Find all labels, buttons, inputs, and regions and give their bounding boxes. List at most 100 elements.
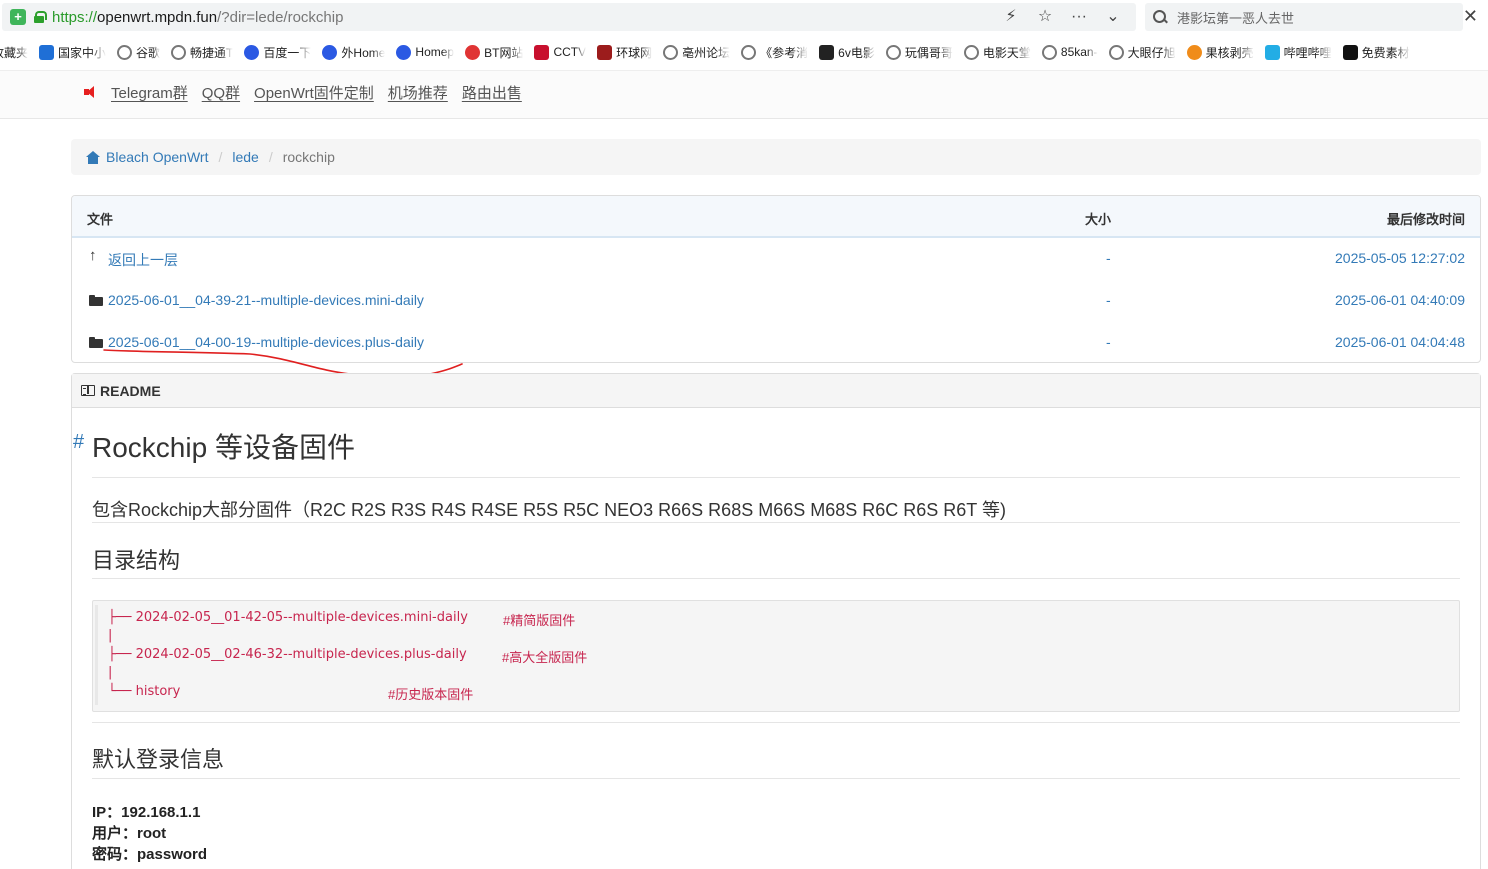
address-bar[interactable]: + https://openwrt.mpdn.fun/?dir=lede/roc… bbox=[2, 3, 1136, 31]
huanqiu-icon bbox=[597, 44, 613, 60]
row-date: 2025-06-01 04:40:09 bbox=[1335, 292, 1465, 308]
bookmark-item[interactable]: 谷歌 bbox=[117, 42, 160, 62]
guohe-icon bbox=[1186, 44, 1202, 60]
bookmark-label: 国家中小 bbox=[58, 45, 107, 60]
globe-icon bbox=[963, 44, 979, 60]
site-nav: Telegram群 QQ群 OpenWrt固件定制 机场推荐 路由出售 bbox=[0, 70, 1488, 119]
bookmark-item[interactable]: 国家中小 bbox=[39, 42, 106, 62]
bookmark-item[interactable]: 玩偶哥哥 bbox=[885, 42, 953, 62]
bookmark-item[interactable]: 果核剥壳 bbox=[1186, 42, 1254, 62]
code-line: ├── 2024-02-05__01-42-05--multiple-devic… bbox=[108, 610, 468, 625]
anchor-link[interactable]: # bbox=[73, 431, 84, 454]
shield-icon[interactable]: + bbox=[10, 9, 26, 25]
bookmark-label: 85kan- bbox=[1060, 45, 1098, 59]
bookmark-item[interactable]: CCTV bbox=[534, 42, 586, 62]
bookmark-label: 收藏夹 bbox=[0, 45, 29, 60]
bookmark-item[interactable]: 6v电影 bbox=[819, 42, 875, 62]
table-row[interactable]: 2025-06-01__04-39-21--multiple-devices.m… bbox=[72, 280, 1480, 322]
bookmark-item[interactable]: 大眼仔旭 bbox=[1108, 42, 1176, 62]
chevron-down-icon[interactable]: ⌄ bbox=[1104, 7, 1122, 27]
divider bbox=[92, 722, 1460, 723]
divider bbox=[92, 522, 1460, 523]
star-icon[interactable]: ☆ bbox=[1036, 7, 1054, 27]
url-text[interactable]: https://openwrt.mpdn.fun/?dir=lede/rockc… bbox=[52, 9, 343, 26]
row-name-mini[interactable]: 2025-06-01__04-39-21--multiple-devices.m… bbox=[108, 292, 424, 308]
globe-icon bbox=[885, 44, 901, 60]
bookmark-label: 百度一下 bbox=[263, 45, 312, 60]
bookmark-item[interactable]: 免费素材 bbox=[1342, 42, 1410, 62]
nav-link[interactable]: QQ群 bbox=[202, 82, 240, 103]
code-comment: #精简版固件 bbox=[503, 613, 576, 628]
breadcrumb-home[interactable]: Bleach OpenWrt bbox=[106, 149, 208, 165]
login-user: 用户：root bbox=[92, 825, 167, 842]
row-name-parent[interactable]: 返回上一层 bbox=[108, 250, 178, 270]
login-heading: 默认登录信息 bbox=[92, 747, 225, 772]
header-file[interactable]: 文件 bbox=[87, 209, 113, 228]
divider bbox=[92, 477, 1460, 478]
bilibili-icon bbox=[1264, 44, 1280, 60]
row-size: - bbox=[1106, 334, 1111, 350]
bookmark-item[interactable]: 环球网 bbox=[597, 42, 652, 62]
baidu-icon bbox=[322, 44, 338, 60]
cctv-icon bbox=[534, 44, 550, 60]
home-icon[interactable] bbox=[86, 150, 100, 164]
baidu-icon bbox=[396, 44, 412, 60]
table-row[interactable]: ↑ 返回上一层 - 2025-05-05 12:27:02 bbox=[72, 238, 1480, 280]
more-icon[interactable]: ··· bbox=[1070, 7, 1088, 27]
search-icon bbox=[1153, 10, 1167, 24]
bookmark-label: 6v电影 bbox=[838, 45, 875, 60]
table-row[interactable]: 2025-06-01__04-00-19--multiple-devices.p… bbox=[72, 322, 1480, 362]
bookmark-item[interactable]: 百度一下 bbox=[244, 42, 311, 62]
bookmark-item[interactable]: BT网站 bbox=[465, 42, 523, 62]
bookmark-item[interactable]: 收藏夹 bbox=[0, 42, 28, 62]
bookmark-item[interactable]: 畅捷通T bbox=[171, 42, 233, 62]
header-size[interactable]: 大小 bbox=[1085, 209, 1111, 228]
globe-icon bbox=[1108, 44, 1124, 60]
bt-icon bbox=[465, 44, 481, 60]
bookmark-label: 外Home bbox=[341, 45, 386, 60]
bookmarks-bar: 收藏夹 国家中小 谷歌 畅捷通T 百度一下 外Home Homep BT网站 CCTV 环球网 亳州… bbox=[0, 38, 1488, 66]
lock-icon[interactable] bbox=[34, 11, 47, 23]
nav-link[interactable]: 机场推荐 bbox=[388, 82, 448, 103]
bookmark-label: BT网站 bbox=[484, 45, 524, 60]
nav-link[interactable]: Telegram群 bbox=[111, 82, 188, 103]
breadcrumb-separator: / bbox=[268, 149, 273, 165]
search-suggestion[interactable]: 港影坛第一恶人去世 bbox=[1177, 8, 1294, 27]
lightning-icon[interactable]: ⚡ bbox=[1002, 7, 1020, 27]
nav-link[interactable]: 路由出售 bbox=[462, 82, 522, 103]
globe-icon bbox=[1041, 44, 1057, 60]
header-modified[interactable]: 最后修改时间 bbox=[1387, 209, 1465, 228]
nav-link[interactable]: OpenWrt固件定制 bbox=[254, 82, 374, 103]
row-date: 2025-05-05 12:27:02 bbox=[1335, 250, 1465, 266]
bookmark-item[interactable]: 电影天堂 bbox=[963, 42, 1031, 62]
bookmark-item[interactable]: 外Home bbox=[322, 42, 385, 62]
browser-search-box[interactable]: 港影坛第一恶人去世 bbox=[1145, 3, 1463, 31]
login-ip: IP：192.168.1.1 bbox=[92, 804, 201, 821]
bookmark-item[interactable]: 亳州论坛 bbox=[663, 42, 730, 62]
bookmark-label: 亳州论坛 bbox=[682, 45, 731, 60]
bookmark-item[interactable]: Homep bbox=[396, 42, 454, 62]
bookmark-item[interactable]: 哔哩哔哩 bbox=[1264, 42, 1332, 62]
bookmark-item[interactable]: 《参考消 bbox=[741, 42, 808, 62]
readme-description: 包含Rockchip大部分固件（R2C R2S R3S R4S R4SE R5S… bbox=[92, 500, 1006, 520]
nav-links: Telegram群 QQ群 OpenWrt固件定制 机场推荐 路由出售 bbox=[111, 82, 522, 103]
globe-icon bbox=[663, 44, 679, 60]
breadcrumb-current: rockchip bbox=[282, 149, 335, 165]
bookmark-label: Homep bbox=[415, 45, 455, 59]
close-icon[interactable]: ✕ bbox=[1463, 6, 1478, 27]
breadcrumb-lede[interactable]: lede bbox=[232, 149, 258, 165]
globe-icon bbox=[741, 44, 757, 60]
breadcrumb: Bleach OpenWrt / lede / rockchip bbox=[71, 139, 1481, 175]
code-line: | bbox=[108, 628, 113, 643]
bookmark-item[interactable]: 85kan- bbox=[1041, 42, 1098, 62]
code-line: | bbox=[108, 665, 113, 680]
table-header: 文件 大小 最后修改时间 bbox=[72, 196, 1480, 238]
bookmark-label: 《参考消 bbox=[760, 45, 809, 60]
bookmark-label: 大眼仔旭 bbox=[1127, 45, 1176, 60]
login-password: 密码：password bbox=[92, 846, 208, 863]
bookmark-label: 果核剥壳 bbox=[1205, 45, 1254, 60]
row-size: - bbox=[1106, 250, 1111, 266]
browser-toolbar: + https://openwrt.mpdn.fun/?dir=lede/roc… bbox=[0, 0, 1488, 34]
row-name-plus[interactable]: 2025-06-01__04-00-19--multiple-devices.p… bbox=[108, 334, 424, 350]
readme-header: README bbox=[72, 374, 1480, 408]
